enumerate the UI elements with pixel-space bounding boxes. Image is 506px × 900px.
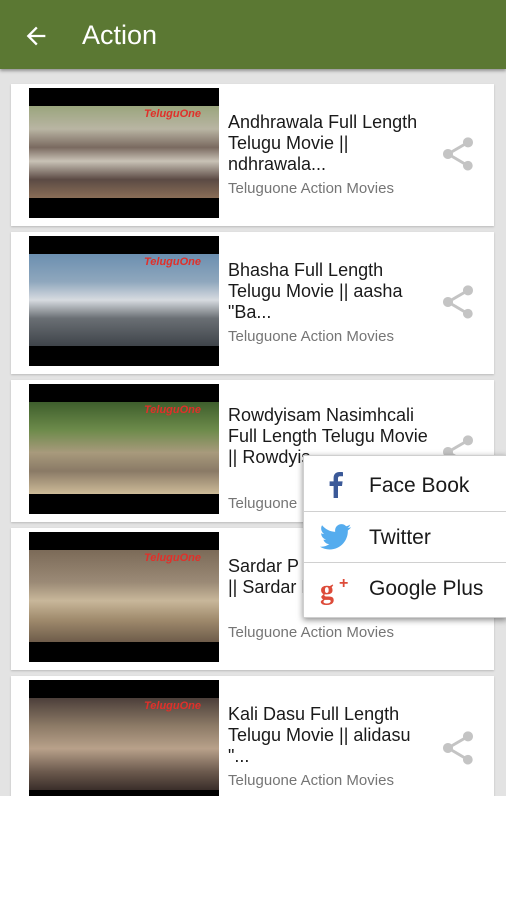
channel-logo: TeluguOne <box>143 256 201 268</box>
twitter-icon <box>319 524 352 550</box>
video-title[interactable]: Andhrawala Full Length Telugu Movie || n… <box>228 112 436 175</box>
share-google-plus-item[interactable]: g + Google Plus <box>304 563 506 613</box>
share-facebook-item[interactable]: Face Book <box>304 460 506 510</box>
video-channel: Teluguone Action Movies <box>228 180 394 197</box>
share-icon[interactable] <box>438 134 478 174</box>
share-menu-label: Twitter <box>369 526 431 549</box>
svg-text:+: + <box>339 575 348 592</box>
video-channel: Teluguone Action Movies <box>228 624 394 641</box>
video-thumbnail[interactable]: TeluguOne <box>29 680 219 796</box>
google-plus-icon: g + <box>320 575 348 605</box>
channel-logo: TeluguOne <box>143 700 201 712</box>
video-title[interactable]: Kali Dasu Full Length Telugu Movie || al… <box>228 704 436 767</box>
app-bar: Action <box>0 0 506 69</box>
share-menu-label: Face Book <box>369 474 470 497</box>
channel-logo: TeluguOne <box>143 404 201 416</box>
video-thumbnail[interactable]: TeluguOne <box>29 532 219 662</box>
channel-logo: TeluguOne <box>143 552 201 564</box>
back-arrow-icon[interactable] <box>22 22 50 50</box>
page-title: Action <box>82 20 158 50</box>
video-list[interactable]: TeluguOne Andhrawala Full Length Telugu … <box>0 69 506 796</box>
video-channel: Teluguone <box>228 495 298 512</box>
video-card[interactable]: TeluguOne Bhasha Full Length Telugu Movi… <box>11 232 494 374</box>
video-card[interactable]: TeluguOne Kali Dasu Full Length Telugu M… <box>11 676 494 796</box>
video-channel: Teluguone Action Movies <box>228 772 394 789</box>
share-icon[interactable] <box>438 728 478 768</box>
video-title[interactable]: Bhasha Full Length Telugu Movie || aasha… <box>228 260 436 323</box>
video-card[interactable]: TeluguOne Andhrawala Full Length Telugu … <box>11 84 494 226</box>
video-thumbnail[interactable]: TeluguOne <box>29 236 219 366</box>
share-menu-label: Google Plus <box>369 577 484 600</box>
svg-text:g: g <box>320 575 334 605</box>
channel-logo: TeluguOne <box>143 108 201 120</box>
video-thumbnail[interactable]: TeluguOne <box>29 384 219 514</box>
share-twitter-item[interactable]: Twitter <box>304 512 506 562</box>
video-thumbnail[interactable]: TeluguOne <box>29 88 219 218</box>
facebook-icon <box>329 472 343 498</box>
video-channel: Teluguone Action Movies <box>228 328 394 345</box>
share-menu: Face Book Twitter g + Google Plus <box>303 455 506 618</box>
share-icon[interactable] <box>438 282 478 322</box>
